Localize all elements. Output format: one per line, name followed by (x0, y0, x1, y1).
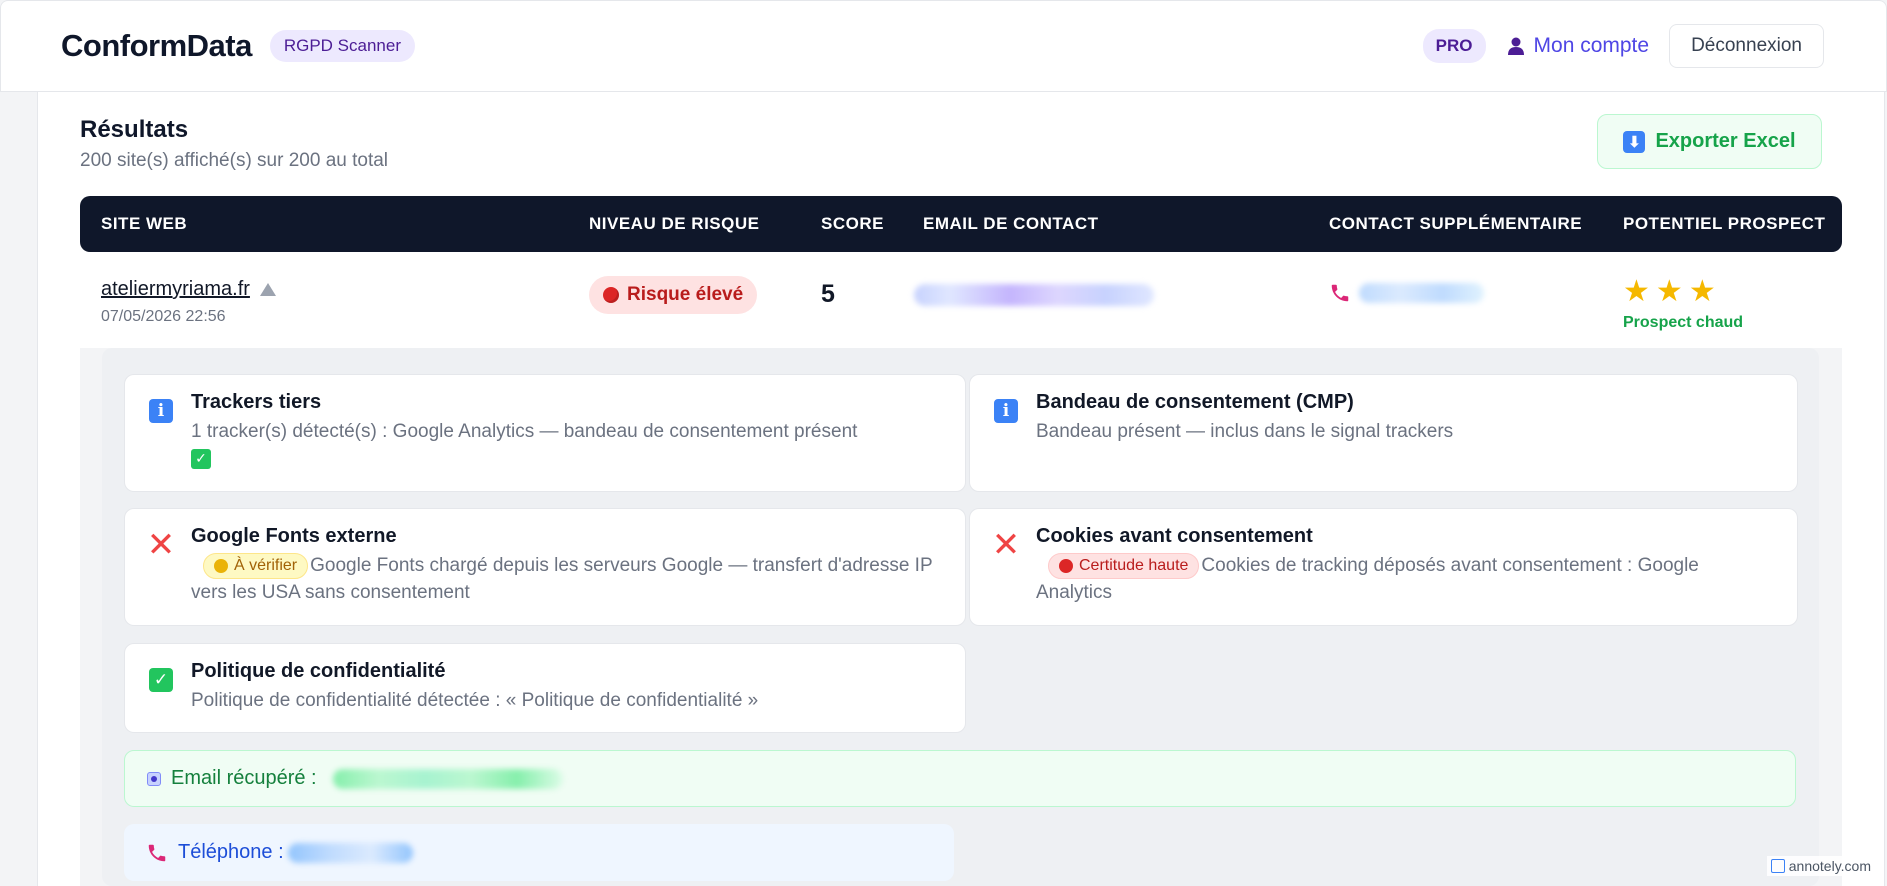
check-description: 1 tracker(s) détecté(s) : Google Analyti… (191, 418, 941, 472)
column-header-risk[interactable]: NIVEAU DE RISQUE (589, 196, 759, 252)
phone-box: Téléphone : (124, 824, 954, 881)
certainty-tag: Certitude haute (1048, 552, 1200, 579)
prospect-label: Prospect chaud (1623, 314, 1744, 331)
cross-icon: ✕ (146, 526, 176, 564)
certainty-tag-label: Certitude haute (1079, 556, 1189, 574)
extra-contact-redacted (1359, 283, 1484, 303)
export-label: Exporter Excel (1655, 130, 1796, 152)
check-title: Bandeau de consentement (CMP) (1036, 391, 1354, 413)
column-header-score[interactable]: SCORE (821, 196, 884, 252)
table-header: SITE WEB NIVEAU DE RISQUE SCORE EMAIL DE… (80, 196, 1842, 252)
check-title: Politique de confidentialité (191, 660, 446, 682)
star-icon: ★ (1655, 275, 1683, 308)
download-icon: ⬇ (1623, 130, 1646, 153)
check-card-google-fonts: ✕ Google Fonts externe À vérifier Google … (124, 508, 966, 626)
check-title: Cookies avant consentement (1036, 525, 1313, 547)
header-actions: PRO Mon compte Déconnexion (1422, 24, 1824, 68)
phone-label: Téléphone : (178, 841, 284, 863)
email-icon (147, 771, 161, 786)
verify-tag-label: À vérifier (234, 556, 298, 574)
red-circle-icon (603, 287, 619, 303)
cross-icon: ✕ (991, 526, 1021, 564)
star-icon: ★ (1623, 275, 1650, 308)
user-icon (1507, 37, 1524, 55)
risk-badge: Risque élevé (589, 276, 758, 314)
scan-date: 07/05/2026 22:56 (101, 308, 226, 325)
plan-badge: PRO (1422, 29, 1486, 63)
red-circle-icon (1059, 558, 1073, 573)
check-card-trackers: i Trackers tiers 1 tracker(s) détecté(s)… (124, 374, 966, 492)
verify-tag: À vérifier (203, 552, 309, 579)
check-card-cookies: ✕ Cookies avant consentement Certitude h… (969, 508, 1798, 626)
star-icon: ★ (1688, 275, 1716, 308)
phone-icon (148, 844, 166, 861)
column-header-prospect[interactable]: POTENTIEL PROSPECT (1623, 196, 1825, 252)
check-card-privacy-policy: ✓ Politique de confidentialité Politique… (124, 643, 966, 733)
logout-button[interactable]: Déconnexion (1669, 24, 1824, 68)
check-title: Google Fonts externe (191, 525, 397, 547)
risk-label: Risque élevé (627, 284, 744, 305)
email-redacted (332, 768, 563, 789)
results-title: Résultats (80, 116, 189, 143)
account-label: Mon compte (1533, 34, 1650, 57)
email-label: Email récupéré : (171, 767, 317, 789)
annotely-logo-icon (1770, 859, 1785, 873)
app-header: ConformData RGPD Scanner PRO Mon compte … (0, 0, 1887, 92)
export-excel-button[interactable]: ⬇ Exporter Excel (1597, 114, 1822, 169)
info-icon: i (149, 399, 173, 423)
check-description: Bandeau présent — inclus dans le signal … (1036, 421, 1454, 442)
site-name: ateliermyriama.fr (101, 278, 250, 300)
app-logo[interactable]: ConformData (61, 28, 252, 64)
account-link[interactable]: Mon compte (1506, 34, 1650, 58)
recovered-email-box: Email récupéré : (124, 750, 1796, 807)
check-card-cmp: i Bandeau de consentement (CMP) Bandeau … (969, 374, 1798, 492)
extra-contact (1329, 282, 1484, 304)
column-header-email[interactable]: EMAIL DE CONTACT (923, 196, 1098, 252)
yellow-circle-icon (214, 558, 228, 573)
checkmark-icon: ✓ (191, 448, 211, 469)
check-description: Certitude haute Cookies de tracking dépos… (1036, 552, 1773, 606)
phone-icon (1331, 284, 1349, 302)
product-badge: RGPD Scanner (269, 30, 416, 62)
info-icon: i (994, 399, 1018, 423)
column-header-extra-contact[interactable]: CONTACT SUPPLÉMENTAIRE (1329, 196, 1582, 252)
results-heading: Résultats 200 site(s) affiché(s) sur 200… (80, 116, 388, 172)
results-count: 200 site(s) affiché(s) sur 200 au total (80, 150, 389, 171)
table-row[interactable]: ateliermyriama.fr 07/05/2026 22:56 Risqu… (80, 252, 1842, 348)
column-header-site[interactable]: SITE WEB (101, 196, 187, 252)
check-title: Trackers tiers (191, 391, 322, 413)
prospect-rating: ★ ★ ★ (1623, 275, 1716, 308)
check-description-text: 1 tracker(s) détecté(s) : Google Analyti… (191, 421, 858, 442)
watermark-text: annotely.com (1788, 858, 1871, 874)
phone-redacted (287, 842, 413, 863)
collapse-toggle-icon[interactable] (259, 283, 276, 296)
site-link[interactable]: ateliermyriama.fr (101, 278, 276, 301)
check-description: À vérifier Google Fonts chargé depuis les… (191, 552, 941, 606)
contact-email-redacted (914, 284, 1154, 306)
check-description: Politique de confidentialité détectée : … (191, 690, 759, 711)
score-value: 5 (821, 280, 835, 308)
checkmark-icon: ✓ (149, 668, 173, 692)
watermark: annotely.com (1766, 856, 1875, 876)
